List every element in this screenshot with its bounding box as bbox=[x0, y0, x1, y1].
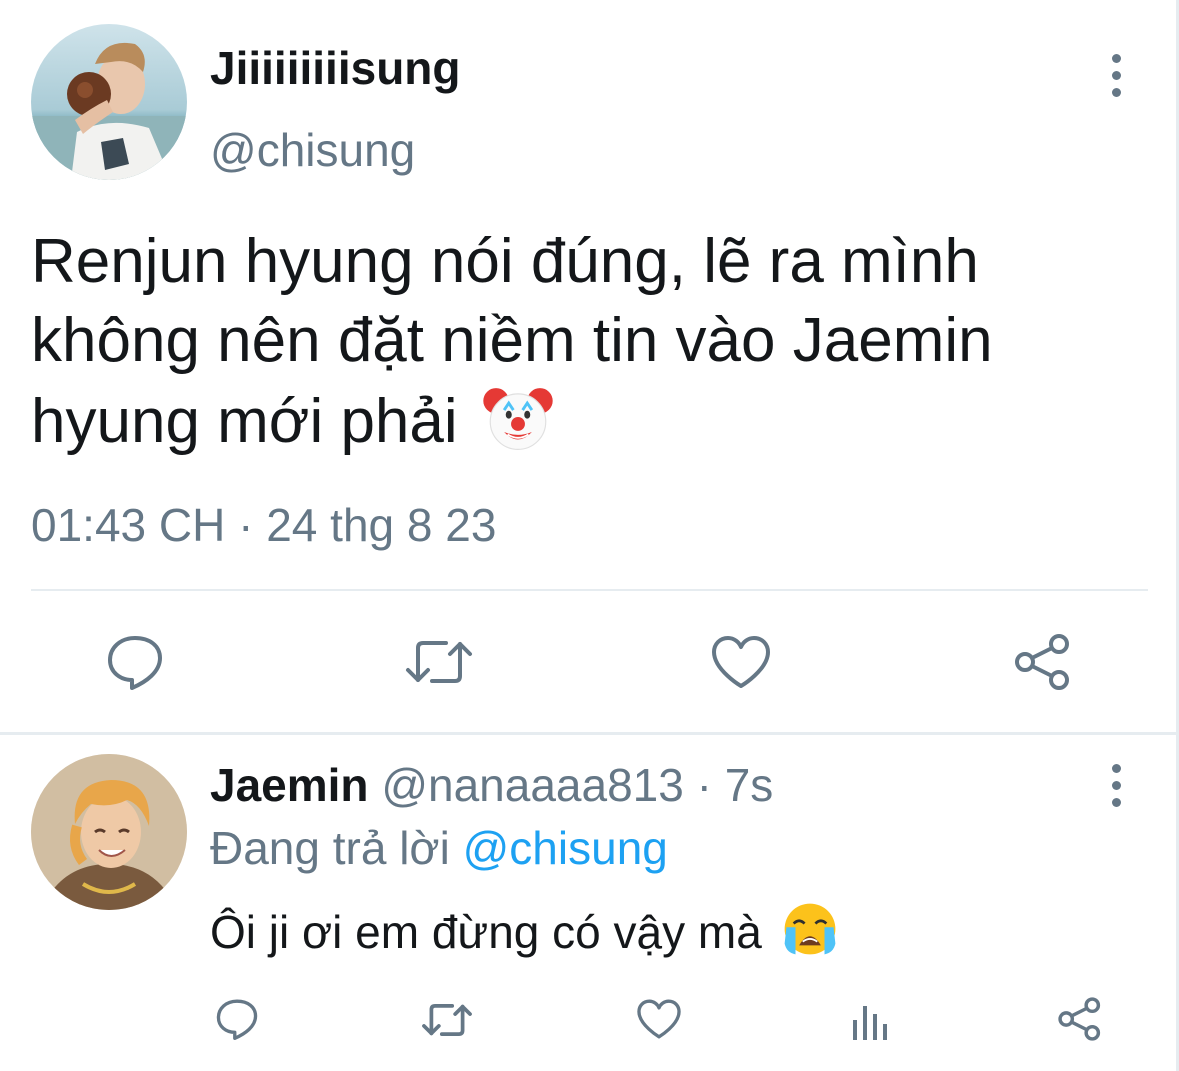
retweet-icon[interactable] bbox=[421, 999, 473, 1041]
display-name[interactable]: Jiiiiiiiiisung bbox=[210, 40, 460, 96]
more-options-icon[interactable] bbox=[1096, 755, 1136, 815]
reply-display-name[interactable]: Jaemin bbox=[210, 759, 369, 811]
share-icon[interactable] bbox=[1056, 996, 1104, 1042]
reply-text-content: Ôi ji ơi em đừng có vậy mà bbox=[210, 906, 762, 958]
reply-icon[interactable] bbox=[214, 996, 260, 1042]
reply-avatar[interactable] bbox=[31, 754, 187, 910]
divider bbox=[31, 589, 1148, 591]
replying-prefix: Đang trả lời bbox=[210, 822, 450, 874]
reply-handle-time[interactable]: @nanaaaa813 · 7s bbox=[381, 759, 773, 811]
loudly-crying-face-icon bbox=[781, 900, 839, 958]
reply-icon[interactable] bbox=[104, 632, 166, 692]
more-options-icon[interactable] bbox=[1096, 45, 1136, 105]
avatar[interactable] bbox=[31, 24, 187, 180]
replying-to: Đang trả lời @chisung bbox=[210, 820, 668, 876]
clown-face-icon bbox=[481, 380, 555, 454]
analytics-icon[interactable] bbox=[849, 1000, 891, 1042]
like-icon[interactable] bbox=[710, 634, 772, 690]
mention-link[interactable]: @chisung bbox=[463, 822, 668, 874]
share-icon[interactable] bbox=[1012, 632, 1074, 692]
avatar-photo bbox=[31, 24, 187, 180]
like-icon[interactable] bbox=[636, 998, 682, 1040]
reply-header: Jaemin @nanaaaa813 · 7s bbox=[210, 757, 773, 813]
retweet-icon[interactable] bbox=[404, 634, 474, 690]
user-handle[interactable]: @chisung bbox=[210, 122, 415, 178]
tweet-timestamp[interactable]: 01:43 CH · 24 thg 8 23 bbox=[31, 497, 496, 553]
reply-text: Ôi ji ơi em đừng có vậy mà bbox=[210, 900, 839, 960]
tweet-text: Renjun hyung nói đúng, lẽ ra mình không … bbox=[31, 222, 1151, 461]
main-tweet: Jiiiiiiiiisung @chisung Renjun hyung nói… bbox=[0, 0, 1179, 732]
tweet-separator bbox=[0, 732, 1179, 735]
avatar-photo bbox=[31, 754, 187, 910]
